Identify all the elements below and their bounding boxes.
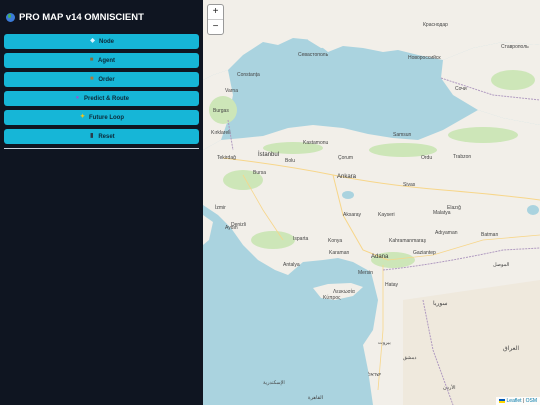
sparkle-icon: ✦ <box>79 114 86 120</box>
map-label-adana: Adana <box>371 254 389 260</box>
map-label-kayseri: Kayseri <box>378 212 395 218</box>
lake-van <box>527 205 539 215</box>
app-title: PRO MAP v14 OMNISCIENT <box>4 0 199 34</box>
zoom-in-button[interactable]: + <box>208 5 223 20</box>
map-label-ordu: Ordu <box>421 155 433 161</box>
zoom-out-button[interactable]: − <box>208 20 223 34</box>
map-label-hatay: Hatay <box>385 282 399 288</box>
forest-3 <box>448 127 518 143</box>
map-label-antalya: Antalya <box>283 262 300 268</box>
map-label-kahramanmaras: Kahramanmaraş <box>389 238 426 244</box>
map-label-sevastopol: Севастополь <box>298 52 329 58</box>
map-label-nicosia: Λευκωσία <box>333 289 355 295</box>
map-label-sivas: Sivas <box>403 182 416 188</box>
future-loop-button-label: Future Loop <box>89 114 124 121</box>
map-label-jordan: الأردن <box>443 385 456 391</box>
map-label-burgas: Burgas <box>213 108 229 114</box>
map-label-corum: Çorum <box>338 155 354 161</box>
forest-8 <box>491 70 535 90</box>
app-title-text: PRO MAP v14 OMNISCIENT <box>19 11 144 23</box>
map-label-kirklareli: Kırklareli <box>211 130 231 136</box>
map-view[interactable]: + − Ankara İstanbul Bursa İzmir Konya Ad… <box>203 0 540 405</box>
map-label-stavropol: Ставрополь <box>501 44 529 50</box>
node-button-label: Node <box>99 38 114 45</box>
map-label-cairo: القاهرة <box>308 395 323 401</box>
map-label-mersin: Mersin <box>358 270 374 276</box>
map-label-kastamonu: Kastamonu <box>303 140 329 146</box>
package-icon: ■ <box>90 76 94 82</box>
flag-icon <box>499 398 506 403</box>
lake-tuz <box>342 191 354 199</box>
map-label-aksaray: Aksaray <box>343 212 362 218</box>
osm-link[interactable]: OSM <box>526 398 537 404</box>
crystal-ball-icon: ● <box>75 95 80 101</box>
map-label-samsun: Samsun <box>393 132 412 138</box>
map-label-ankara: Ankara <box>337 174 357 180</box>
reset-button-label: Reset <box>98 133 115 140</box>
map-label-izmir: İzmir <box>215 205 226 211</box>
node-button[interactable]: ◆ Node <box>4 34 199 49</box>
map-label-constanta: Constanța <box>237 72 260 78</box>
predict-route-button-label: Predict & Route <box>83 95 129 102</box>
map-label-konya: Konya <box>328 238 343 244</box>
land-desert <box>403 280 540 405</box>
map-label-gaziantep: Gaziantep <box>413 250 436 256</box>
map-label-beirut: بيروت <box>378 340 391 346</box>
map-label-varna: Varna <box>225 88 238 94</box>
map-label-alexandria: الإسكندرية <box>263 380 285 386</box>
map-label-novorossiysk: Новороссийск <box>408 55 441 61</box>
map-label-istanbul: İstanbul <box>258 152 280 158</box>
predict-route-button[interactable]: ● Predict & Route <box>4 91 199 106</box>
reset-button[interactable]: ▮ Reset <box>4 129 199 144</box>
map-label-israel: ישראל <box>368 372 382 378</box>
diamond-icon: ◆ <box>90 38 95 44</box>
map-label-iraq: العراق <box>503 346 520 352</box>
agent-button[interactable]: ■ Agent <box>4 53 199 68</box>
map-label-mosul: الموصل <box>493 262 510 268</box>
map-label-batman: Batman <box>481 232 499 238</box>
map-attribution: Leaflet | OSM <box>496 397 540 405</box>
sidebar-divider <box>4 148 199 149</box>
map-label-sochi: Сочи <box>455 86 467 92</box>
order-button[interactable]: ■ Order <box>4 72 199 87</box>
map-label-tekirdag: Tekirdağ <box>217 155 236 161</box>
future-loop-button[interactable]: ✦ Future Loop <box>4 110 199 125</box>
agent-button-label: Agent <box>98 57 115 64</box>
map-label-adiyaman: Adıyaman <box>435 230 458 236</box>
map-label-krasnodar: Краснодар <box>423 22 448 28</box>
sidebar: PRO MAP v14 OMNISCIENT ◆ Node ■ Agent ■ … <box>0 0 203 405</box>
leaflet-link[interactable]: Leaflet <box>507 398 522 404</box>
order-button-label: Order <box>98 76 115 83</box>
map-label-trabzon: Trabzon <box>453 154 472 160</box>
map-label-syria: سوريا <box>433 301 448 307</box>
map-tiles <box>203 0 540 405</box>
map-label-aydin: Aydın <box>225 225 238 231</box>
map-label-cyprus: Κύπρος <box>323 295 341 301</box>
map-label-karaman: Karaman <box>329 250 350 256</box>
map-label-bolu: Bolu <box>285 158 296 164</box>
land-aegean-islands <box>203 215 213 245</box>
map-label-damascus: دمشق <box>403 355 417 361</box>
truck-icon: ■ <box>89 57 94 63</box>
map-label-elazig: Elazığ <box>447 205 461 211</box>
zoom-control: + − <box>207 4 224 35</box>
trash-icon: ▮ <box>90 133 94 139</box>
forest-4 <box>251 231 295 249</box>
globe-icon <box>6 12 15 22</box>
map-label-bursa: Bursa <box>253 170 267 176</box>
map-label-isparta: Isparta <box>293 236 309 242</box>
